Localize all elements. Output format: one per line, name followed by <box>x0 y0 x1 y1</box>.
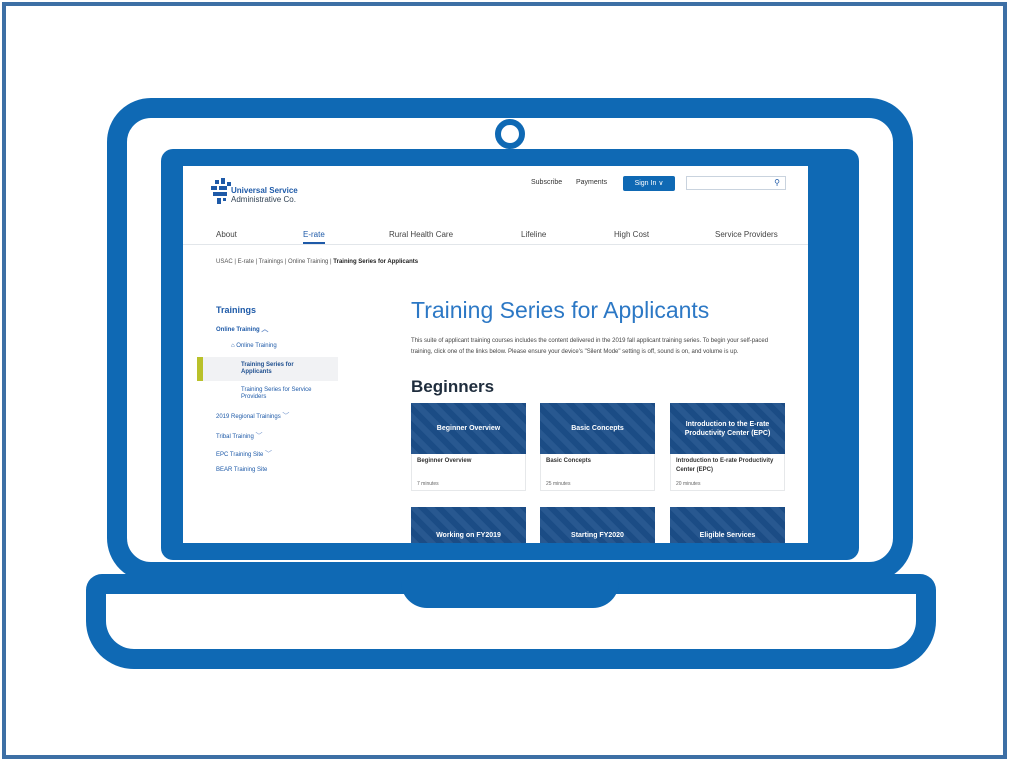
course-title[interactable]: Beginner Overview <box>417 457 521 466</box>
nav-high-cost[interactable]: High Cost <box>614 230 649 239</box>
chevron-down-icon: ﹀ <box>265 451 273 458</box>
nav-rural-health-care[interactable]: Rural Health Care <box>389 230 453 239</box>
chevron-up-icon: ︿ <box>261 326 269 333</box>
sidebar-item-label: EPC Training Site <box>216 452 264 458</box>
sidebar-item-label: Online Training <box>236 343 277 349</box>
search-icon[interactable]: ⚲ <box>774 178 780 187</box>
sidebar-item-regional[interactable]: 2019 Regional Trainings ﹀ <box>216 411 289 421</box>
course-thumbnail[interactable]: Eligible Services <box>670 507 785 543</box>
sidebar-item-label: Online Training <box>216 327 260 333</box>
subscribe-link[interactable]: Subscribe <box>531 179 562 186</box>
sidebar-item-epc[interactable]: EPC Training Site ﹀ <box>216 449 272 459</box>
course-title[interactable]: Basic Concepts <box>546 457 650 466</box>
nav-lifeline[interactable]: Lifeline <box>521 230 546 239</box>
course-thumbnail[interactable]: Introduction to the E-rate Productivity … <box>670 403 785 454</box>
course-thumbnail[interactable]: Starting FY2020 <box>540 507 655 543</box>
nav-service-providers[interactable]: Service Providers <box>715 230 778 239</box>
payments-link[interactable]: Payments <box>576 179 607 186</box>
course-duration: 7 minutes <box>417 481 439 487</box>
sidebar-item-bear[interactable]: BEAR Training Site <box>216 467 267 473</box>
sidebar-item-tribal[interactable]: Tribal Training ﹀ <box>216 431 262 441</box>
nav-e-rate[interactable]: E-rate <box>303 230 325 244</box>
course-title[interactable]: Introduction to E-rate Productivity Cent… <box>676 457 780 475</box>
sign-in-button[interactable]: Sign In ∨ <box>623 176 675 191</box>
thumbnail-label: Beginner Overview <box>436 425 501 432</box>
course-card[interactable]: Beginner Overview Beginner Overview 7 min… <box>411 403 526 491</box>
sidebar-item-applicants[interactable]: Training Series for Applicants <box>241 362 321 376</box>
main-nav: About E-rate Rural Health Care Lifeline … <box>183 228 808 245</box>
chevron-down-icon: ﹀ <box>282 413 290 420</box>
course-thumbnail[interactable]: Beginner Overview <box>411 403 526 454</box>
course-duration: 20 minutes <box>676 481 701 487</box>
page-description: This suite of applicant training courses… <box>411 338 769 355</box>
breadcrumb-current: Training Series for Applicants <box>333 259 419 265</box>
sidebar-item-label: 2019 Regional Trainings <box>216 414 281 420</box>
logo-line-2: Administrative Co. <box>231 195 296 204</box>
home-icon: ⌂ <box>231 343 235 349</box>
chevron-down-icon: ﹀ <box>255 433 263 440</box>
breadcrumb-trail[interactable]: USAC | E-rate | Trainings | Online Train… <box>216 259 332 265</box>
sign-in-label: Sign In <box>634 180 657 187</box>
website-screen: Universal Service Administrative Co. Sub… <box>183 166 808 543</box>
section-heading: Beginners <box>411 377 495 396</box>
course-thumbnail[interactable]: Basic Concepts <box>540 403 655 454</box>
thumbnail-label: Starting FY2020 <box>571 532 624 539</box>
sidebar-heading[interactable]: Trainings <box>216 305 256 315</box>
course-card[interactable]: Introduction to the E-rate Productivity … <box>670 403 785 491</box>
course-card[interactable]: Starting FY2020 <box>540 507 655 543</box>
thumbnail-label: Eligible Services <box>699 532 756 539</box>
thumbnail-label: Working on FY2019 <box>436 532 501 539</box>
sidebar-item-online-training[interactable]: Online Training ︿ <box>216 324 268 334</box>
nav-about[interactable]: About <box>216 230 237 239</box>
logo-text[interactable]: Universal Service Administrative Co. <box>231 186 298 204</box>
page-title: Training Series for Applicants <box>411 297 710 323</box>
webcam <box>495 119 525 149</box>
laptop-hinge <box>401 572 619 608</box>
course-card[interactable]: Eligible Services <box>670 507 785 543</box>
sidebar-item-service-providers[interactable]: Training Series for Service Providers <box>241 387 333 401</box>
course-card[interactable]: Basic Concepts Basic Concepts 25 minutes <box>540 403 655 491</box>
course-duration: 25 minutes <box>546 481 571 487</box>
logo-line-1: Universal Service <box>231 186 298 195</box>
course-card[interactable]: Working on FY2019 <box>411 507 526 543</box>
sidebar-item-label: Tribal Training <box>216 434 254 440</box>
sidebar-selected-indicator <box>197 357 203 381</box>
sidebar-item-online-training-home[interactable]: ⌂ Online Training <box>231 343 277 349</box>
chevron-down-icon: ∨ <box>658 180 664 187</box>
breadcrumb: USAC | E-rate | Trainings | Online Train… <box>216 259 418 265</box>
thumbnail-label: Basic Concepts <box>571 425 624 432</box>
search-input[interactable]: ⚲ <box>686 176 786 190</box>
thumbnail-label: Introduction to the E-rate Productivity … <box>684 420 771 437</box>
course-thumbnail[interactable]: Working on FY2019 <box>411 507 526 543</box>
